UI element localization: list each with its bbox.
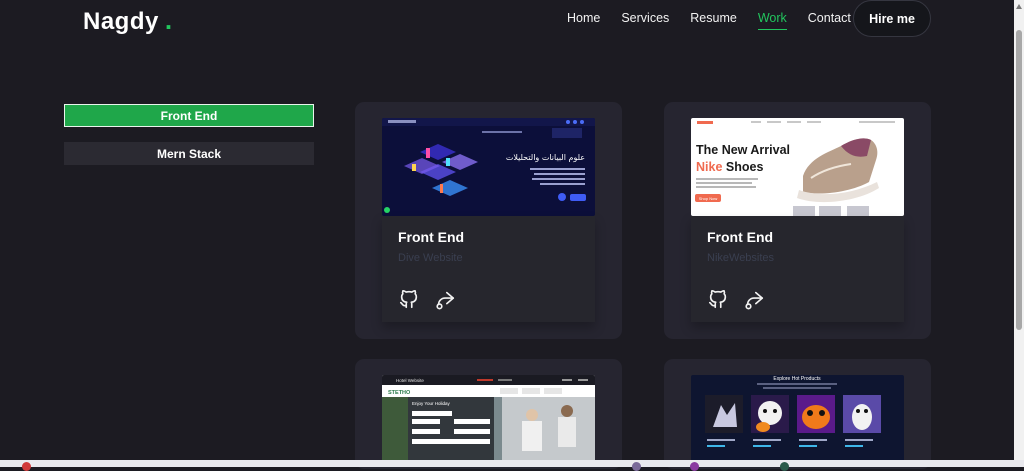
project-card-body: Front End NikeWebsites bbox=[691, 216, 904, 322]
project-preview-products[interactable]: Explore Hot Products bbox=[691, 375, 904, 465]
project-name: NikeWebsites bbox=[707, 252, 775, 264]
project-filters: Front End Mern Stack bbox=[64, 104, 314, 165]
project-card: Explore Hot Products bbox=[664, 359, 931, 469]
filter-mern-stack[interactable]: Mern Stack bbox=[64, 142, 314, 165]
preview-form-title: Enjoy Your Holiday bbox=[412, 401, 451, 406]
project-card: The New Arrival Nike Shoes Shop Now Fron… bbox=[664, 102, 931, 339]
filter-front-end[interactable]: Front End bbox=[64, 104, 314, 127]
brand-name: Nagdy bbox=[83, 8, 159, 35]
nav-contact[interactable]: Contact bbox=[808, 11, 851, 25]
nav-work[interactable]: Work bbox=[757, 11, 787, 30]
brand-dot: . bbox=[164, 5, 173, 35]
project-card: Hotel Website STETHO Enjoy Your Holiday bbox=[355, 359, 622, 469]
preview-heading: Explore Hot Products bbox=[773, 376, 821, 382]
project-preview-nike[interactable]: The New Arrival Nike Shoes Shop Now bbox=[691, 118, 904, 216]
page-scrollbar[interactable] bbox=[1014, 0, 1024, 460]
hire-me-button[interactable]: Hire me bbox=[853, 0, 931, 37]
project-links bbox=[398, 288, 456, 310]
project-card: علوم البيانات والتحليلات Front End Dive … bbox=[355, 102, 622, 339]
nav-home[interactable]: Home bbox=[567, 11, 600, 25]
project-links bbox=[707, 288, 765, 310]
project-name: Dive Website bbox=[398, 252, 463, 264]
site-header: Nagdy. Home Services Resume Work Contact… bbox=[0, 0, 1014, 40]
preview-brand: STETHO bbox=[388, 390, 411, 396]
project-category: Front End bbox=[398, 229, 465, 245]
preview-heading-rest: Shoes bbox=[722, 160, 763, 174]
os-taskbar bbox=[0, 460, 1024, 471]
nav-services[interactable]: Services bbox=[621, 11, 669, 25]
project-category: Front End bbox=[707, 229, 774, 245]
project-preview-hotel[interactable]: Hotel Website STETHO Enjoy Your Holiday bbox=[382, 375, 595, 465]
svg-text:Nike Shoes: Nike Shoes bbox=[696, 160, 763, 174]
main-nav: Home Services Resume Work Contact bbox=[567, 11, 872, 30]
share-icon[interactable] bbox=[434, 288, 456, 310]
project-card-body: Front End Dive Website bbox=[382, 216, 595, 322]
scroll-up-arrow-icon[interactable] bbox=[1016, 4, 1022, 9]
nav-resume[interactable]: Resume bbox=[690, 11, 737, 25]
preview-heading-accent: Nike bbox=[696, 160, 722, 174]
share-icon[interactable] bbox=[743, 288, 765, 310]
preview-shop-button: Shop Now bbox=[699, 196, 718, 201]
github-icon[interactable] bbox=[707, 288, 729, 310]
scrollbar-thumb[interactable] bbox=[1016, 30, 1022, 330]
preview-label: Hotel Website bbox=[396, 378, 424, 383]
github-icon[interactable] bbox=[398, 288, 420, 310]
preview-heading-line1: The New Arrival bbox=[696, 143, 790, 157]
preview-heading-ar: علوم البيانات والتحليلات bbox=[506, 153, 585, 162]
project-preview-dive[interactable]: علوم البيانات والتحليلات bbox=[382, 118, 595, 216]
brand-logo[interactable]: Nagdy. bbox=[83, 5, 173, 36]
